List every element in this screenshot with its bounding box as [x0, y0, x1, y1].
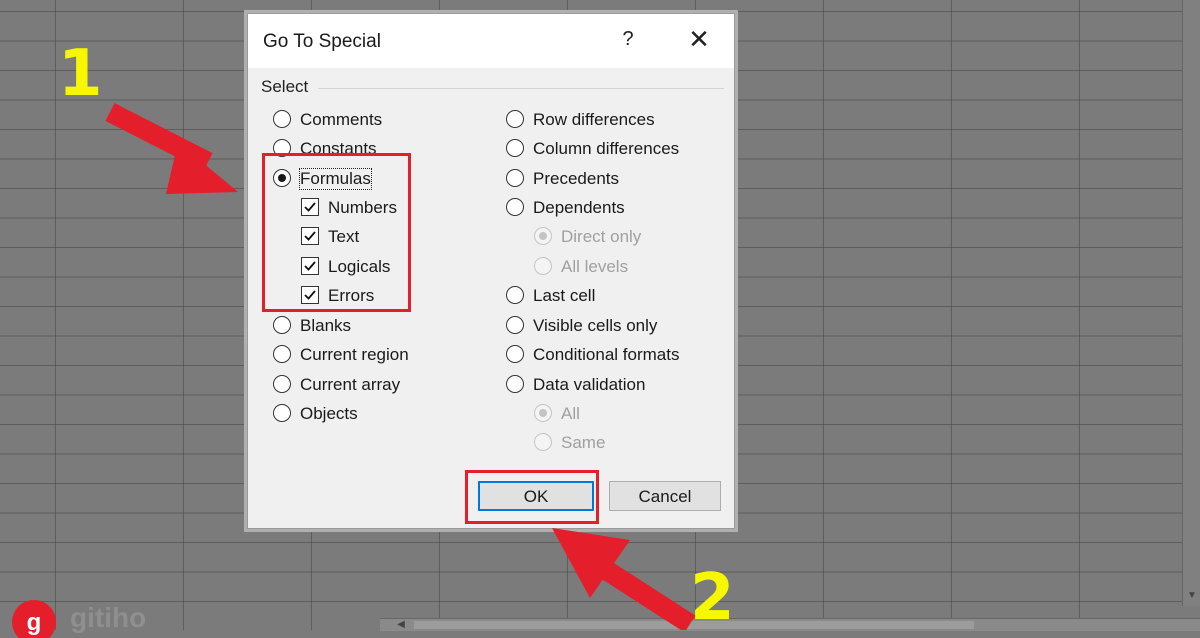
radio-label: All — [561, 404, 580, 423]
svg-text:g: g — [27, 609, 42, 636]
radio-button[interactable] — [273, 316, 291, 334]
radio-button[interactable] — [506, 345, 524, 363]
radio-label: Blanks — [300, 316, 352, 335]
radio-label: Row differences — [533, 110, 655, 129]
help-icon[interactable]: ? — [618, 28, 638, 54]
radio-button[interactable] — [273, 404, 291, 422]
watermark-text: gitiho — [70, 602, 147, 633]
radio-label: Conditional formats — [533, 345, 680, 364]
radio-label: Data validation — [533, 375, 646, 394]
radio-label: Current array — [300, 375, 401, 394]
radio-button[interactable] — [506, 316, 524, 334]
radio-button[interactable] — [534, 227, 552, 245]
gitiho-logo-icon: g — [12, 600, 56, 638]
radio-button[interactable] — [506, 110, 524, 128]
arrow-icon — [105, 103, 238, 194]
formulas-highlight-box — [262, 153, 411, 312]
radio-button[interactable] — [273, 345, 291, 363]
group-divider — [318, 88, 724, 89]
radio-label: Direct only — [561, 227, 642, 246]
cancel-button[interactable]: Cancel — [609, 481, 721, 511]
radio-label: Current region — [300, 345, 409, 364]
radio-label: Comments — [300, 110, 383, 129]
select-group-label: Select — [261, 77, 309, 96]
radio-label: Dependents — [533, 198, 625, 217]
radio-button[interactable] — [506, 139, 524, 157]
radio-label: Objects — [300, 404, 358, 423]
radio-button[interactable] — [506, 198, 524, 216]
radio-button[interactable] — [506, 169, 524, 187]
dialog-title: Go To Special — [263, 31, 381, 52]
radio-label: Last cell — [533, 286, 596, 305]
radio-button[interactable] — [506, 375, 524, 393]
radio-label: Visible cells only — [533, 316, 658, 335]
radio-button[interactable] — [534, 433, 552, 451]
close-icon[interactable]: ✕ — [684, 24, 714, 54]
radio-button[interactable] — [534, 257, 552, 275]
dialog-titlebar: Go To Special ? ✕ — [248, 14, 734, 68]
horizontal-scrollbar[interactable]: ◀ — [380, 618, 1200, 631]
radio-button[interactable] — [534, 404, 552, 422]
scroll-down-icon[interactable]: ▼ — [1183, 590, 1200, 604]
radio-button[interactable] — [506, 286, 524, 304]
step-1-number: 1 — [58, 37, 103, 111]
vertical-scrollbar[interactable]: ▼ — [1182, 0, 1200, 606]
ok-highlight-box — [465, 470, 599, 524]
arrow-icon — [552, 528, 696, 630]
scroll-left-icon[interactable]: ◀ — [392, 619, 410, 631]
radio-button[interactable] — [273, 375, 291, 393]
radio-label: Same — [561, 433, 606, 452]
radio-label: Column differences — [533, 139, 680, 158]
radio-label: Precedents — [533, 169, 619, 188]
radio-label: All levels — [561, 257, 629, 276]
